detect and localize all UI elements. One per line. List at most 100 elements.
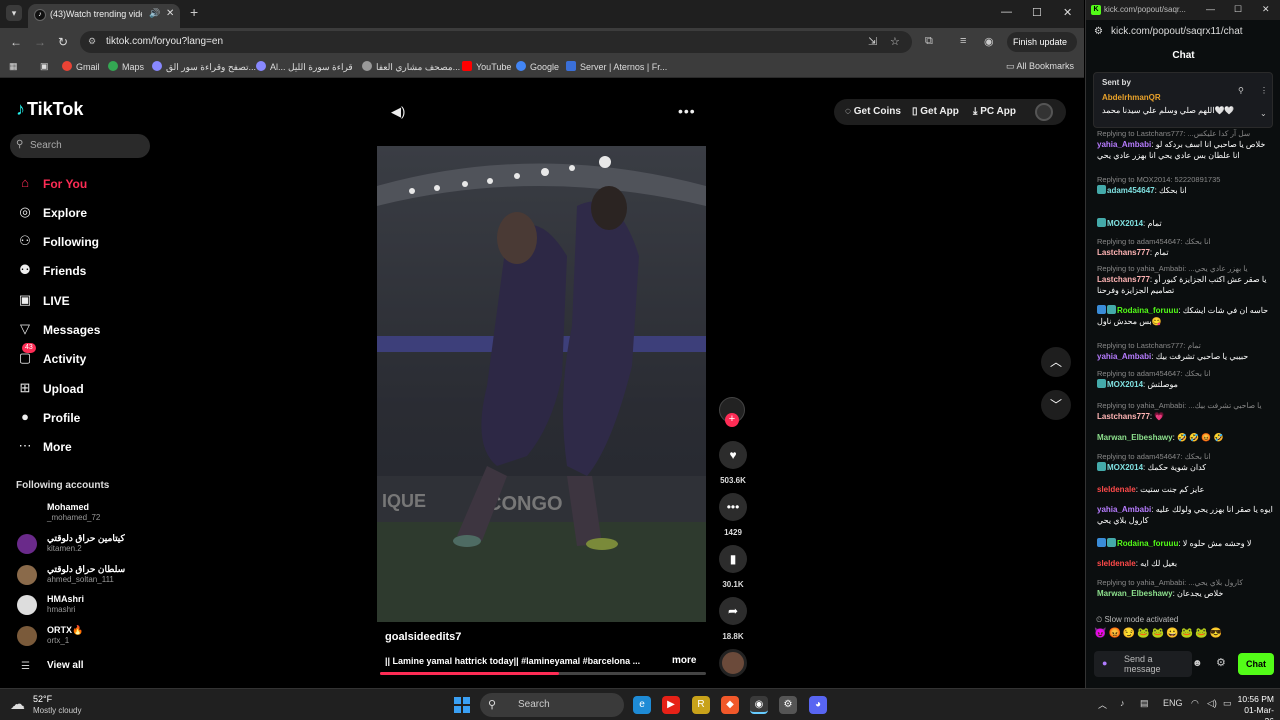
emoji-icon[interactable]: ☻ bbox=[1192, 658, 1203, 669]
bookmark-youtube[interactable]: YouTube bbox=[462, 61, 511, 72]
bookmark-mushaf[interactable]: مصحف مشاري العفا... bbox=[362, 61, 460, 73]
weather-cloud-icon[interactable]: ☁ bbox=[10, 695, 25, 713]
chat-username[interactable]: sleldenale bbox=[1097, 485, 1136, 494]
nav-live[interactable]: ▣ LIVE bbox=[16, 291, 156, 311]
chat-username[interactable]: MOX2014 bbox=[1107, 219, 1143, 228]
like-button[interactable]: ♥ bbox=[719, 441, 747, 469]
apps-grid-icon[interactable]: ▦ bbox=[9, 61, 18, 72]
bookmark-gmail[interactable]: Gmail bbox=[62, 61, 100, 72]
chat-username[interactable]: yahia_Ambabi bbox=[1097, 140, 1151, 149]
forward-icon[interactable]: → bbox=[34, 35, 46, 49]
user-avatar[interactable] bbox=[1035, 103, 1053, 121]
nav-upload[interactable]: ⊞ Upload bbox=[16, 379, 156, 399]
chat-message-input[interactable]: ● Send a message ☻ bbox=[1094, 651, 1203, 677]
windows-start-icon[interactable] bbox=[454, 697, 470, 713]
chat-message[interactable]: Replying to MOX2014: 52220891735 adam4546… bbox=[1097, 174, 1273, 196]
bookmark-folder-icon[interactable]: ▣ bbox=[40, 61, 49, 72]
close-window-icon[interactable]: ✕ bbox=[1262, 4, 1270, 15]
speaker-icon[interactable]: 🔊 bbox=[149, 8, 160, 19]
youtube-app-icon[interactable]: ▶ bbox=[662, 696, 680, 714]
volume-icon[interactable]: ◀) bbox=[391, 104, 405, 120]
edge-icon[interactable]: e bbox=[633, 696, 651, 714]
next-video-button[interactable]: ﹀ bbox=[1041, 390, 1071, 420]
bookmark-maps[interactable]: Maps bbox=[108, 61, 144, 72]
comment-button[interactable]: ••• bbox=[719, 493, 747, 521]
url-text[interactable]: tiktok.com/foryou?lang=en bbox=[106, 36, 223, 47]
nav-more[interactable]: ⋯ More bbox=[16, 437, 156, 457]
video-player[interactable]: IQUE CONGO bbox=[377, 146, 706, 622]
emote-bar[interactable]: 😈😡😏🐸🐸😀🐸🐸😎 bbox=[1094, 628, 1224, 639]
chat-message[interactable]: Replying to yahia_Ambabi: ...كارول بلاي … bbox=[1097, 577, 1273, 599]
site-info-icon[interactable]: ⚙ bbox=[88, 36, 96, 47]
caption-more-button[interactable]: more bbox=[672, 655, 696, 666]
close-tab-icon[interactable]: ✕ bbox=[166, 8, 174, 19]
video-progress-bar[interactable] bbox=[380, 672, 706, 675]
chat-message[interactable]: Replying to Lastchans777: تمام yahia_Amba… bbox=[1097, 340, 1273, 362]
account-item[interactable]: كيتامين حراق دلوقتي kitamen.2 bbox=[17, 532, 157, 556]
tiktok-logo[interactable]: ♪ TikTok bbox=[16, 99, 83, 120]
chat-message[interactable]: sleldenale: بغيل لك ايه bbox=[1097, 558, 1273, 569]
chat-username[interactable]: Marwan_Elbeshawy bbox=[1097, 433, 1173, 442]
tab-tiktok[interactable]: ♪ (43)Watch trending videos 🔊 ✕ bbox=[28, 4, 180, 28]
nav-friends[interactable]: ⚉ Friends bbox=[16, 261, 156, 281]
minimize-icon[interactable]: — bbox=[1001, 6, 1012, 18]
chat-message[interactable]: Replying to adam454647: انا بحكك MOX2014:… bbox=[1097, 451, 1273, 473]
get-coins-button[interactable]: ◌ Get Coins bbox=[845, 106, 901, 117]
nav-activity[interactable]: ▢ 43 Activity bbox=[16, 343, 156, 369]
minimize-icon[interactable]: — bbox=[1206, 4, 1215, 14]
new-tab-button[interactable]: + bbox=[190, 5, 198, 19]
chat-username[interactable]: yahia_Ambabi bbox=[1097, 352, 1151, 361]
maximize-icon[interactable]: ☐ bbox=[1032, 6, 1042, 19]
install-app-icon[interactable]: ⇲ bbox=[868, 35, 877, 48]
chat-username[interactable]: Lastchans777 bbox=[1097, 412, 1150, 421]
send-chat-button[interactable]: Chat bbox=[1238, 653, 1274, 675]
battery-icon[interactable]: ▭ bbox=[1223, 698, 1232, 709]
chat-username[interactable]: MOX2014 bbox=[1107, 380, 1143, 389]
bookmark-quran-2[interactable]: Al... قراءة سورة الليل bbox=[256, 61, 353, 73]
chat-message[interactable]: Replying to adam454647: انا بحكك MOX2014:… bbox=[1097, 368, 1273, 390]
microphone-tray-icon[interactable]: ♪ bbox=[1120, 698, 1125, 708]
profile-avatar-icon[interactable]: ◉ bbox=[984, 35, 994, 48]
chat-username[interactable]: sleldenale bbox=[1097, 559, 1136, 568]
back-icon[interactable]: ← bbox=[10, 35, 22, 49]
discord-icon[interactable]: ◕ bbox=[809, 696, 827, 714]
more-options-icon[interactable]: ⋮ bbox=[1260, 86, 1268, 95]
tray-app-icon[interactable]: ▤ bbox=[1140, 698, 1149, 709]
language-indicator[interactable]: ENG bbox=[1163, 698, 1183, 708]
nav-messages[interactable]: ▽ Messages bbox=[16, 320, 156, 340]
chat-message[interactable]: yahia_Ambabi: ايوه يا صقر انا بهزر يحي و… bbox=[1097, 504, 1273, 526]
microphone-icon[interactable]: ● bbox=[1102, 658, 1107, 668]
chat-message[interactable]: Marwan_Elbeshawy: 🤣 🤣 😡 🤣 bbox=[1097, 432, 1273, 443]
account-item[interactable]: سلطان حراق دلوقتي ahmed_soltan_111 bbox=[17, 563, 157, 587]
chat-username[interactable]: MOX2014 bbox=[1107, 463, 1143, 472]
chevron-down-icon[interactable]: ⌄ bbox=[1260, 109, 1267, 118]
app-icon[interactable]: ⚙ bbox=[779, 696, 797, 714]
chat-message[interactable]: Replying to Lastchans777: ...سل آر كدا ع… bbox=[1097, 128, 1273, 161]
nav-profile[interactable]: ● Profile bbox=[16, 408, 156, 428]
account-item[interactable]: Mohamed _mohamed_72 bbox=[17, 501, 157, 525]
previous-video-button[interactable]: ︿ bbox=[1041, 347, 1071, 377]
taskbar-search-input[interactable]: ⚲ Search bbox=[480, 693, 624, 717]
clock[interactable]: 10:56 PM 01-Mar-26 bbox=[1236, 694, 1274, 720]
tray-chevron-icon[interactable]: ︿ bbox=[1098, 698, 1107, 711]
follow-plus-icon[interactable]: + bbox=[725, 413, 739, 427]
chat-username[interactable]: Marwan_Elbeshawy bbox=[1097, 589, 1173, 598]
weather-condition[interactable]: Mostly cloudy bbox=[33, 706, 81, 715]
search-input[interactable]: ⚲ Search bbox=[10, 134, 150, 158]
chat-username[interactable]: Lastchans777 bbox=[1097, 275, 1150, 284]
account-item[interactable]: ORTX🔥 ortx_1 bbox=[17, 624, 157, 648]
save-button[interactable]: ▮ bbox=[719, 545, 747, 573]
account-item[interactable]: HMAshri hmashri bbox=[17, 593, 157, 617]
chat-username[interactable]: Rodaina_foruuu bbox=[1117, 539, 1178, 548]
chat-username[interactable]: yahia_Ambabi bbox=[1097, 505, 1151, 514]
nav-following[interactable]: ⚇ Following bbox=[16, 232, 156, 252]
chat-username[interactable]: Lastchans777 bbox=[1097, 248, 1150, 257]
chrome-icon[interactable]: ◉ bbox=[750, 696, 768, 714]
weather-temp[interactable]: 52°F bbox=[33, 694, 52, 704]
close-window-icon[interactable]: ✕ bbox=[1063, 6, 1072, 19]
finish-update-button[interactable]: Finish update ⋮ bbox=[1007, 32, 1077, 67]
chat-message[interactable]: Replying to adam454647: انا بحكك Lastchan… bbox=[1097, 236, 1273, 258]
nav-explore[interactable]: ◎ Explore bbox=[16, 203, 156, 223]
pc-app-button[interactable]: ⤓ PC App bbox=[973, 106, 1016, 117]
kick-address-bar[interactable]: ⚙ kick.com/popout/saqrx11/chat bbox=[1086, 22, 1280, 42]
